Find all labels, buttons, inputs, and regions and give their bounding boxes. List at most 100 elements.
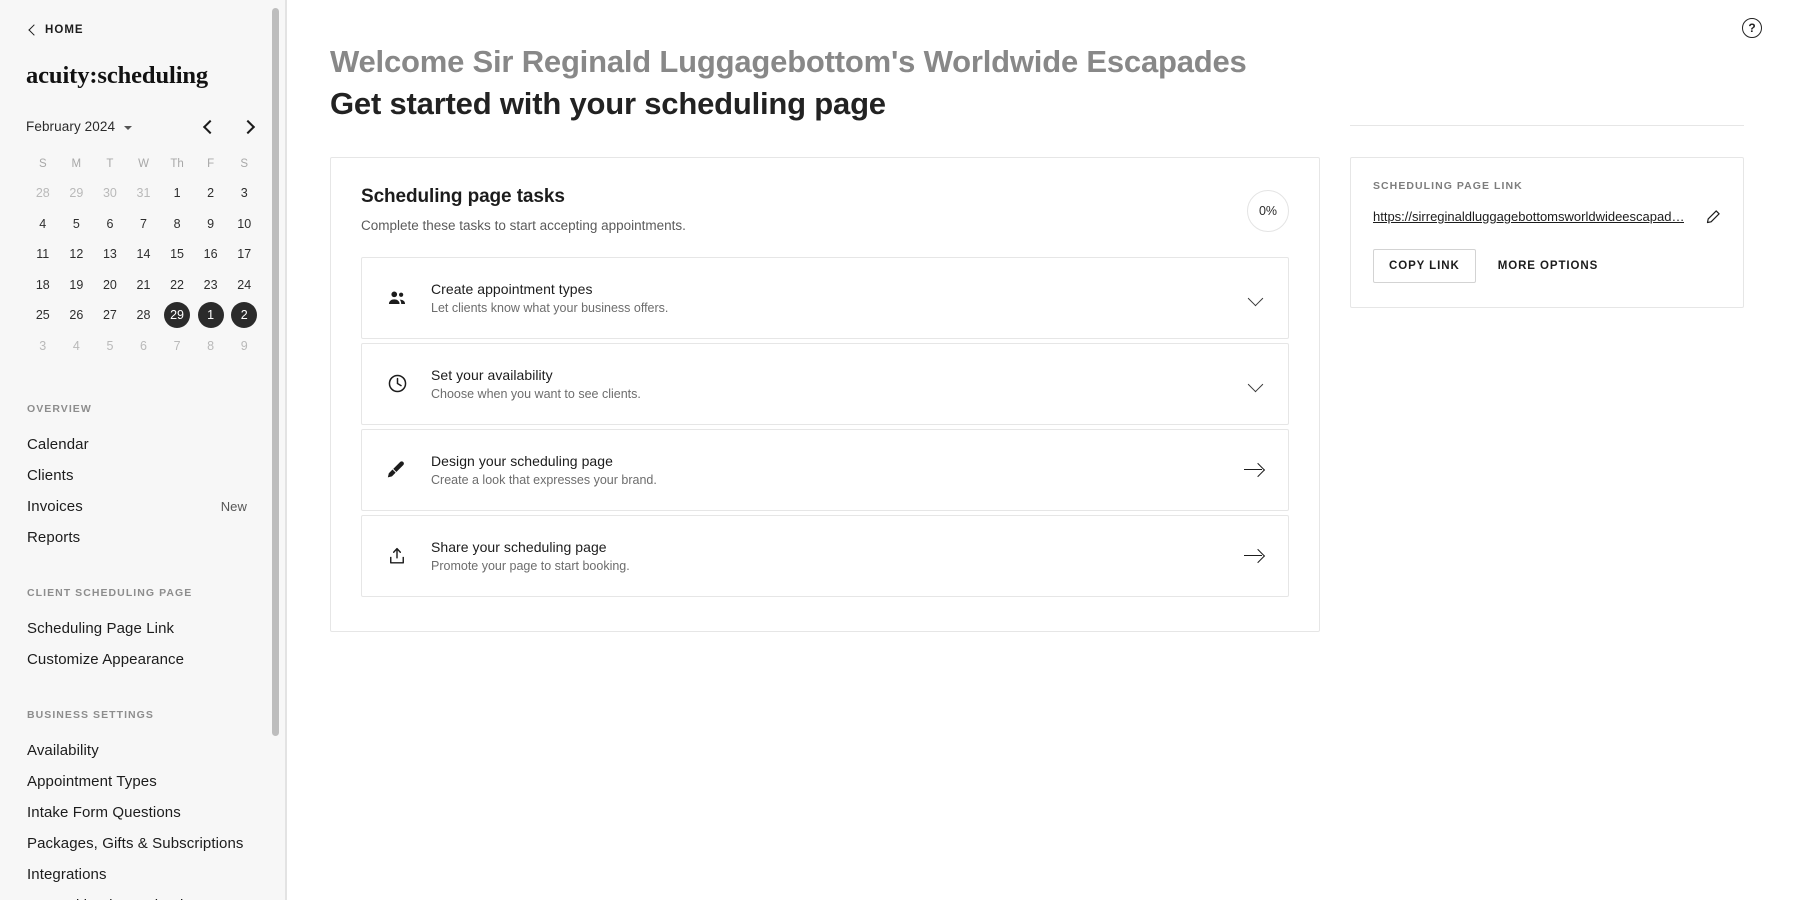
calendar-day[interactable]: 12 xyxy=(60,239,94,270)
calendar-day[interactable]: 23 xyxy=(194,270,228,301)
calendar-day-label: 29 xyxy=(69,186,84,200)
calendar-day[interactable]: 30 xyxy=(93,178,127,209)
calendar-day[interactable]: 17 xyxy=(227,239,261,270)
calendar-day[interactable]: 29 xyxy=(60,178,94,209)
calendar-day[interactable]: 24 xyxy=(227,270,261,301)
sidebar-item-customize-appearance[interactable]: Customize Appearance xyxy=(26,644,261,675)
chevron-down-icon[interactable] xyxy=(1248,290,1264,306)
task-row[interactable]: Create appointment types Let clients know… xyxy=(361,256,1289,339)
calendar-day[interactable]: 4 xyxy=(26,209,60,240)
calendar-day[interactable]: 5 xyxy=(60,209,94,240)
sidebar-item-availability[interactable]: Availability xyxy=(26,735,261,766)
calendar-day[interactable]: 26 xyxy=(60,300,94,331)
calendar-day[interactable]: 20 xyxy=(93,270,127,301)
calendar-dow: M xyxy=(71,158,82,170)
help-icon[interactable]: ? xyxy=(1742,18,1762,38)
more-options-button[interactable]: MORE OPTIONS xyxy=(1494,250,1603,282)
task-list: Create appointment types Let clients know… xyxy=(361,256,1289,597)
calendar-day[interactable]: 14 xyxy=(127,239,161,270)
welcome-title: Welcome Sir Reginald Luggagebottom's Wor… xyxy=(330,44,1247,79)
paintbrush-icon xyxy=(384,459,410,481)
calendar-month-label[interactable]: February 2024 xyxy=(26,119,115,134)
calendar-day[interactable]: 18 xyxy=(26,270,60,301)
calendar-day[interactable]: 13 xyxy=(93,239,127,270)
calendar-day[interactable]: 9 xyxy=(194,209,228,240)
scheduling-page-url[interactable]: https://sirreginaldluggagebottomsworldwi… xyxy=(1373,209,1684,224)
sidebar-item-packages-gifts-subscriptions[interactable]: Packages, Gifts & Subscriptions xyxy=(26,828,261,859)
task-row[interactable]: Share your scheduling page Promote your p… xyxy=(361,514,1289,597)
sidebar-item-reports[interactable]: Reports xyxy=(26,522,261,553)
calendar-day-label: 13 xyxy=(102,247,117,261)
calendar-day-label: 6 xyxy=(106,216,114,231)
calendar-day-label: 4 xyxy=(39,216,47,231)
calendar-day-label: 29 xyxy=(170,308,185,322)
calendar-day-label: 6 xyxy=(140,338,147,353)
sidebar-item-calendar[interactable]: Calendar xyxy=(26,429,261,460)
calendar-day[interactable]: 8 xyxy=(194,331,228,362)
clock-icon xyxy=(384,373,410,394)
tasks-card-description: Complete these tasks to start accepting … xyxy=(361,217,686,233)
calendar-day[interactable]: 19 xyxy=(60,270,94,301)
chevron-down-icon[interactable] xyxy=(1248,376,1264,392)
calendar-day[interactable]: 28 xyxy=(26,178,60,209)
sidebar-item-integrations[interactable]: Integrations xyxy=(26,859,261,890)
calendar-day[interactable]: 29 xyxy=(160,300,194,331)
calendar-day-label: 23 xyxy=(203,277,218,292)
calendar-prev-icon[interactable] xyxy=(201,120,215,134)
calendar-day[interactable]: 1 xyxy=(194,300,228,331)
calendar-day[interactable]: 7 xyxy=(160,331,194,362)
arrow-right-icon[interactable] xyxy=(1244,548,1264,564)
calendar-day[interactable]: 6 xyxy=(127,331,161,362)
app-root: HOME acuity:scheduling February 2024 S M T… xyxy=(0,0,1800,900)
task-text: Set your availability Choose when you wan… xyxy=(431,367,641,401)
calendar-day[interactable]: 2 xyxy=(227,300,261,331)
calendar-day[interactable]: 7 xyxy=(127,209,161,240)
calendar-day-label: 19 xyxy=(69,277,84,292)
sidebar-item-appointment-types[interactable]: Appointment Types xyxy=(26,766,261,797)
task-row[interactable]: Set your availability Choose when you wan… xyxy=(361,342,1289,425)
calendar-day[interactable]: 2 xyxy=(194,178,228,209)
calendar-day[interactable]: 27 xyxy=(93,300,127,331)
calendar-day-label: 8 xyxy=(173,216,181,231)
calendar-next-icon[interactable] xyxy=(242,120,256,134)
pencil-icon[interactable] xyxy=(1705,209,1721,225)
calendar-day[interactable]: 9 xyxy=(227,331,261,362)
task-row[interactable]: Design your scheduling page Create a look… xyxy=(361,428,1289,511)
calendar-day[interactable]: 6 xyxy=(93,209,127,240)
calendar-day[interactable]: 10 xyxy=(227,209,261,240)
calendar-day[interactable]: 16 xyxy=(194,239,228,270)
calendar-day[interactable]: 22 xyxy=(160,270,194,301)
sidebar-item-intake-form-questions[interactable]: Intake Form Questions xyxy=(26,797,261,828)
calendar-day[interactable]: 4 xyxy=(60,331,94,362)
tasks-card-header: Scheduling page tasks Complete these tas… xyxy=(361,186,1289,233)
calendar-day[interactable]: 28 xyxy=(127,300,161,331)
calendar-day[interactable]: 1 xyxy=(160,178,194,209)
task-subtitle: Promote your page to start booking. xyxy=(431,558,630,573)
sidebar-item-label: Invoices xyxy=(27,498,83,515)
copy-link-button[interactable]: COPY LINK xyxy=(1373,248,1476,283)
arrow-right-icon[interactable] xyxy=(1244,462,1264,478)
calendar-day-label: 18 xyxy=(35,277,50,292)
caret-down-icon[interactable] xyxy=(124,126,133,130)
calendar-day-label: 10 xyxy=(237,216,252,231)
calendar-day[interactable]: 11 xyxy=(26,239,60,270)
calendar-day-label: 21 xyxy=(136,277,151,292)
sidebar-item-clients[interactable]: Clients xyxy=(26,460,261,491)
sidebar-item-scheduling-page-link[interactable]: Scheduling Page Link xyxy=(26,613,261,644)
sidebar-scrollbar[interactable] xyxy=(272,8,279,736)
calendar-day-label: 5 xyxy=(106,338,114,353)
calendar-day[interactable]: 21 xyxy=(127,270,161,301)
calendar-day[interactable]: 3 xyxy=(26,331,60,362)
calendar-day[interactable]: 15 xyxy=(160,239,194,270)
task-text: Create appointment types Let clients know… xyxy=(431,281,668,315)
home-back-link[interactable]: HOME xyxy=(26,0,261,36)
calendar-day[interactable]: 31 xyxy=(127,178,161,209)
sidebar-item-sync-with-other-calendars[interactable]: Sync with other Calendars xyxy=(26,890,261,900)
calendar-day[interactable]: 8 xyxy=(160,209,194,240)
calendar-day[interactable]: 5 xyxy=(93,331,127,362)
calendar-day[interactable]: 3 xyxy=(227,178,261,209)
sidebar-item-invoices[interactable]: Invoices New xyxy=(26,491,261,522)
scheduling-tasks-card: Scheduling page tasks Complete these tas… xyxy=(330,156,1320,632)
calendar-day[interactable]: 25 xyxy=(26,300,60,331)
sidebar-section-title: BUSINESS SETTINGS xyxy=(27,709,154,721)
